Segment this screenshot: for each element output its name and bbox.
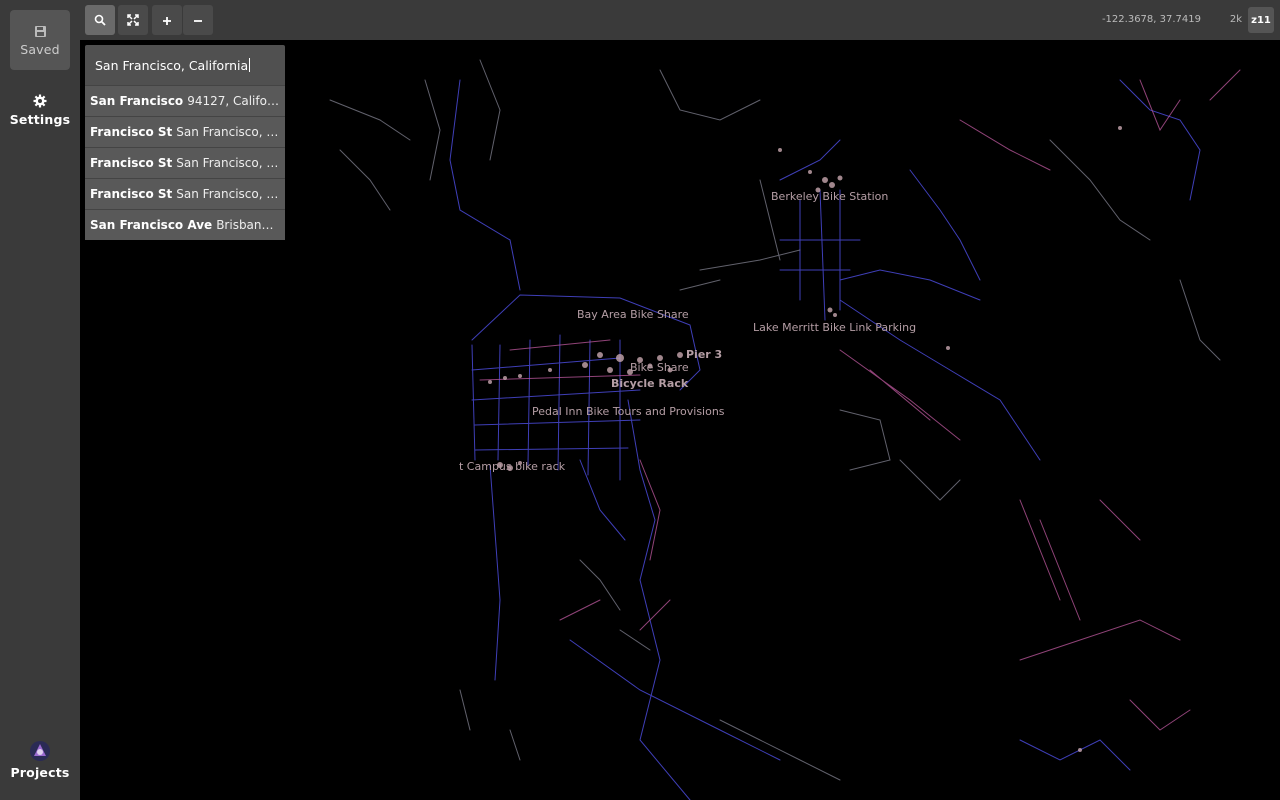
result-detail: 94127, California... bbox=[187, 94, 280, 108]
search-input[interactable]: San Francisco, California bbox=[85, 45, 285, 85]
search-result[interactable]: San Francisco94127, California... bbox=[85, 85, 285, 116]
left-sidebar: Saved Settings Projects bbox=[0, 0, 80, 800]
search-result[interactable]: San Francisco AveBrisbane, 94... bbox=[85, 209, 285, 240]
plus-icon bbox=[162, 11, 172, 30]
coordinate-readout: -122.3678, 37.7419 bbox=[1101, 14, 1201, 25]
projects-label: Projects bbox=[10, 765, 70, 780]
poi-label-berkeley[interactable]: Berkeley Bike Station bbox=[771, 190, 888, 203]
search-result[interactable]: Francisco StSan Francisco, 941... bbox=[85, 147, 285, 178]
minus-icon bbox=[193, 11, 203, 30]
zoom-level-badge: z11 bbox=[1248, 7, 1274, 33]
search-icon bbox=[94, 11, 106, 30]
fullscreen-button[interactable] bbox=[118, 5, 148, 35]
result-name: Francisco St bbox=[90, 125, 173, 139]
project-avatar-icon bbox=[29, 740, 51, 762]
search-panel: San Francisco, California San Francisco 9… bbox=[85, 45, 285, 240]
projects-button[interactable]: Projects bbox=[10, 730, 70, 790]
poi-label-pedal-inn[interactable]: Pedal Inn Bike Tours and Provisions bbox=[532, 405, 725, 418]
text-caret bbox=[249, 58, 251, 72]
zoom-in-button[interactable] bbox=[152, 5, 182, 35]
search-result[interactable]: Francisco StSan Francisco, 941... bbox=[85, 178, 285, 209]
poi-label-campus-bike-rack[interactable]: t Campus bike rack bbox=[459, 460, 565, 473]
poi-label-bicycle-rack[interactable]: Bicycle Rack bbox=[611, 377, 688, 390]
result-name: Francisco St bbox=[90, 187, 173, 201]
saved-button[interactable]: Saved bbox=[10, 10, 70, 70]
result-name: San Francisco Ave bbox=[90, 218, 213, 232]
zoom-out-button[interactable] bbox=[183, 5, 213, 35]
result-name: Francisco St bbox=[90, 156, 173, 170]
search-result[interactable]: Francisco StSan Francisco, 941... bbox=[85, 116, 285, 147]
result-detail: San Francisco, 941... bbox=[176, 156, 280, 170]
settings-button[interactable]: Settings bbox=[10, 80, 70, 140]
result-detail: San Francisco, 941... bbox=[176, 187, 280, 201]
poi-label-lake-merritt[interactable]: Lake Merritt Bike Link Parking bbox=[753, 321, 916, 334]
result-detail: Brisbane, 94... bbox=[216, 218, 280, 232]
result-detail: San Francisco, 941... bbox=[176, 125, 280, 139]
top-toolbar: -122.3678, 37.7419 2k z11 bbox=[80, 0, 1280, 40]
saved-label: Saved bbox=[20, 42, 60, 57]
search-query-text: San Francisco, California bbox=[95, 57, 249, 73]
settings-label: Settings bbox=[9, 112, 71, 127]
tile-size-toggle[interactable]: 2k bbox=[1230, 14, 1242, 25]
search-button[interactable] bbox=[85, 5, 115, 35]
expand-icon bbox=[127, 11, 139, 30]
poi-label-bike-share[interactable]: Bike Share bbox=[630, 361, 689, 374]
result-name: San Francisco bbox=[90, 94, 184, 108]
poi-label-bay-area-bike-share[interactable]: Bay Area Bike Share bbox=[577, 308, 689, 321]
poi-label-pier-3[interactable]: Pier 3 bbox=[686, 348, 722, 361]
gear-icon bbox=[32, 93, 48, 109]
save-icon bbox=[32, 23, 48, 39]
